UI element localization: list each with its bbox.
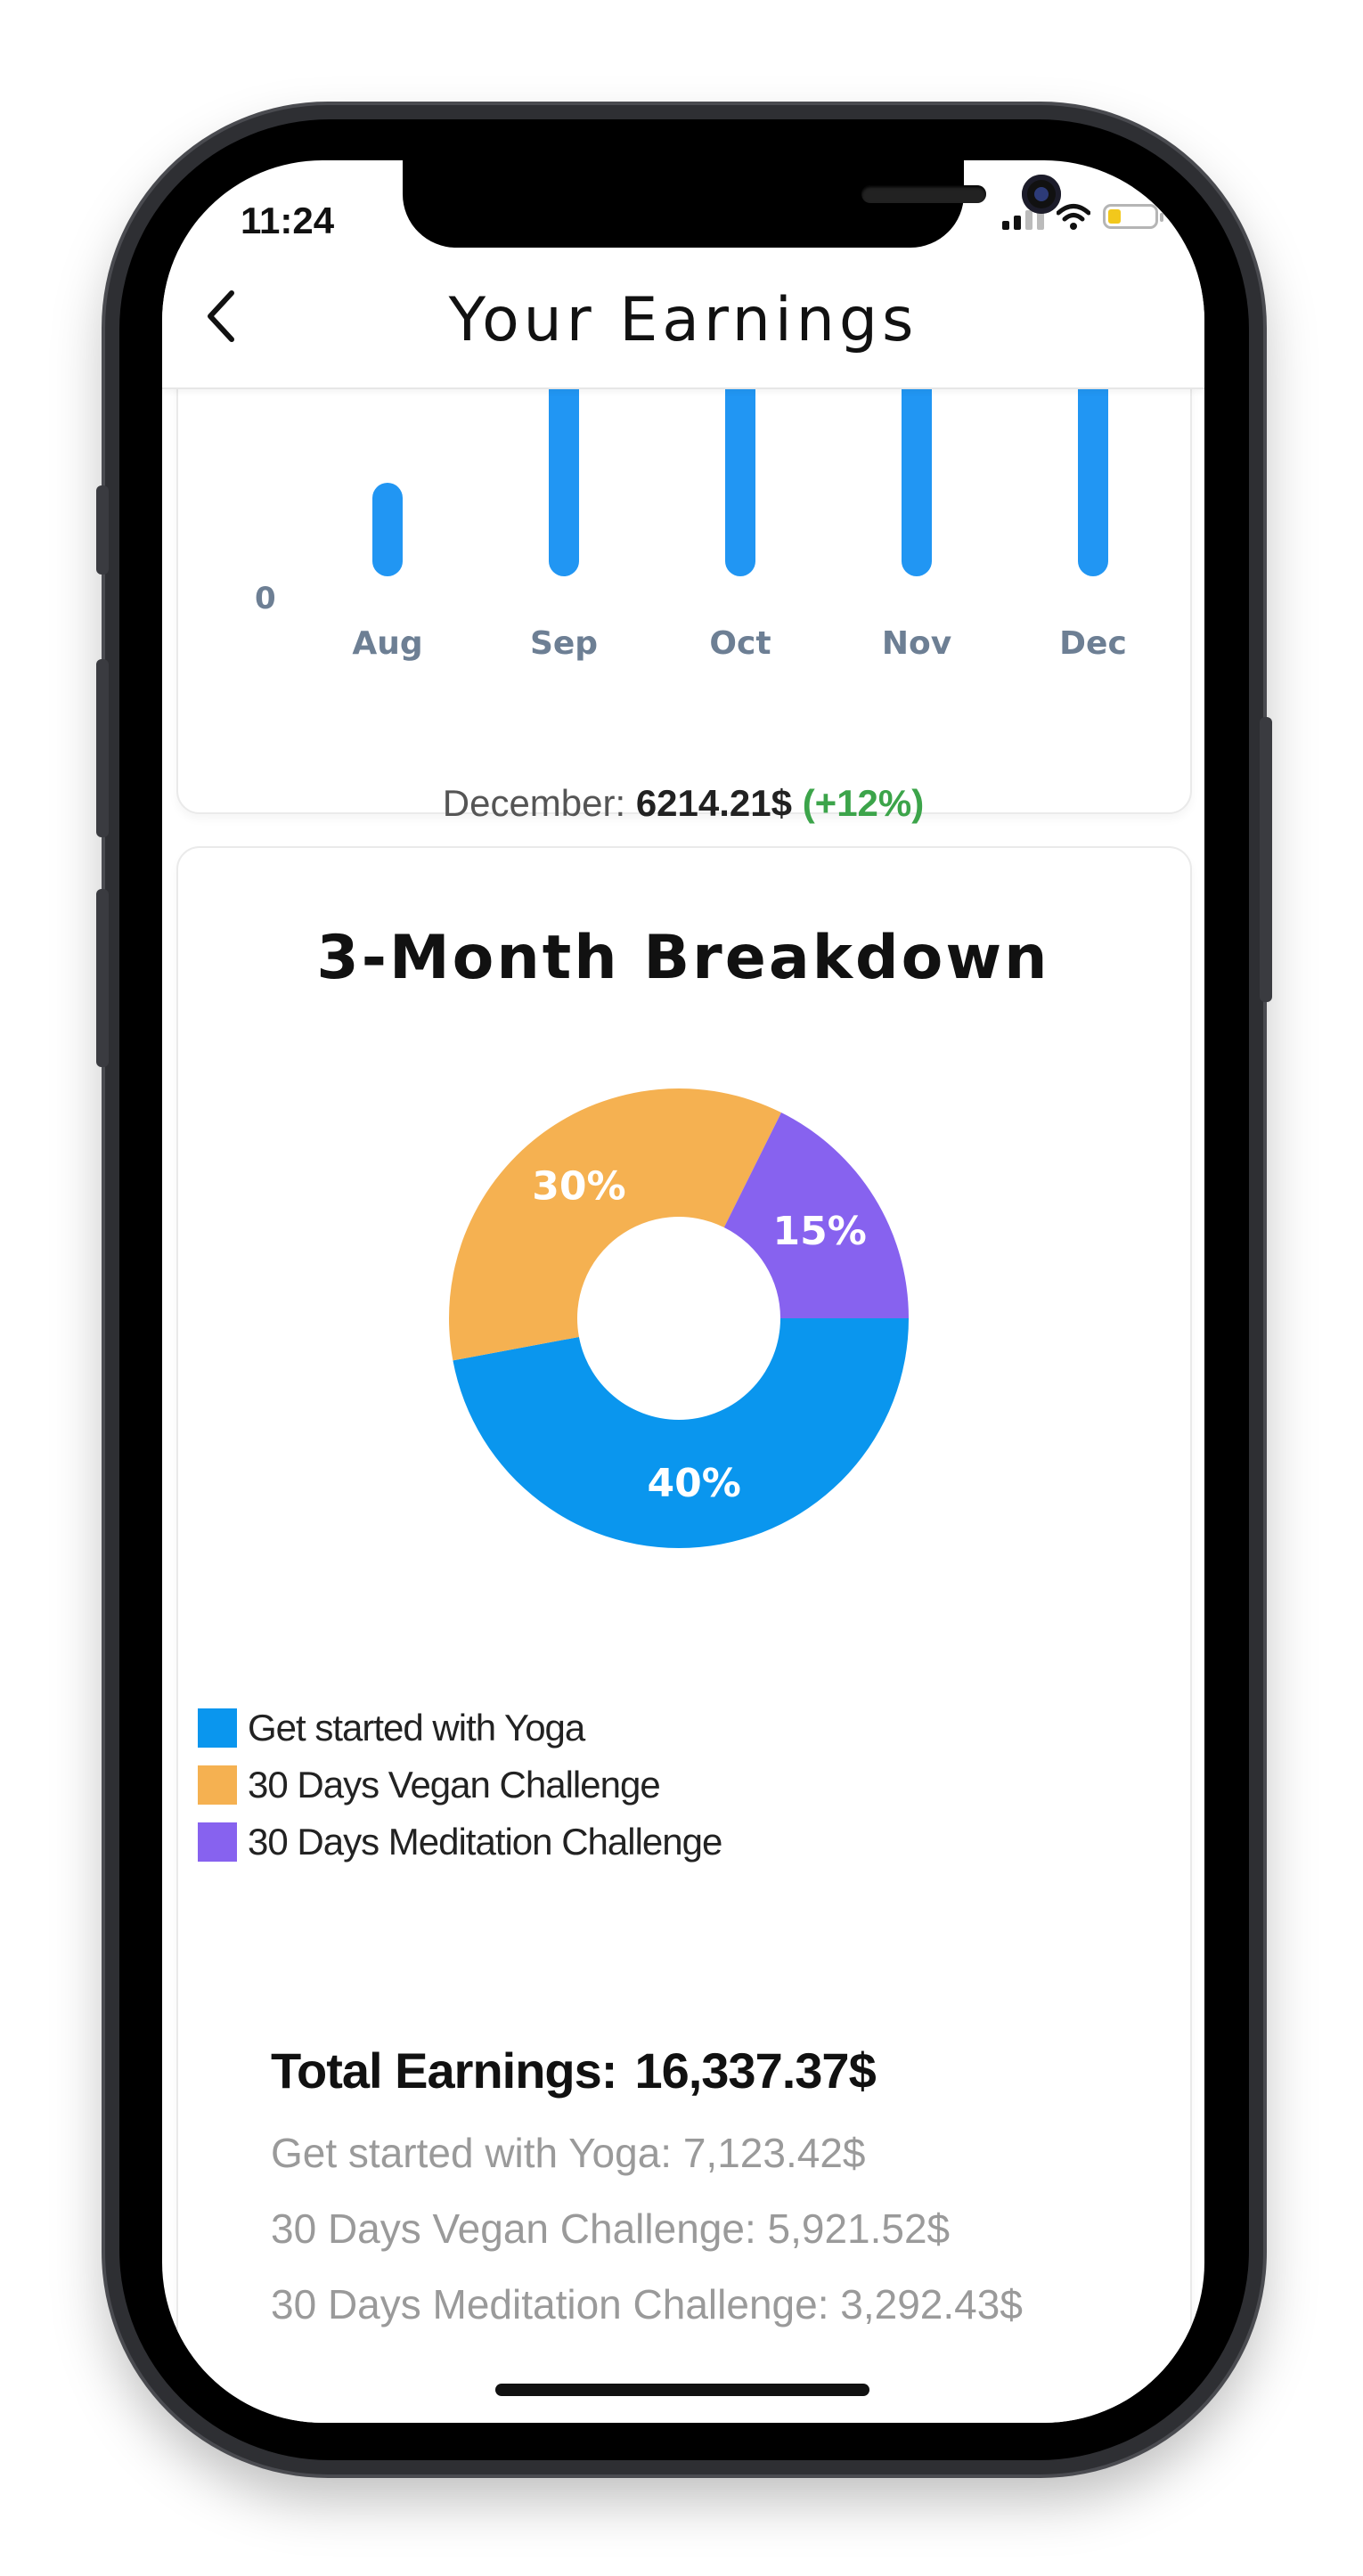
course-earnings-line: Get started with Yoga: 7,123.42$ — [271, 2130, 866, 2176]
bar-label-oct: Oct — [709, 625, 771, 662]
notch — [403, 160, 1061, 248]
legend-label: Get started with Yoga — [248, 1707, 585, 1749]
total-earnings: Total Earnings: 16,337.37$ — [271, 2042, 1023, 2099]
month-summary-change: (+12%) — [802, 782, 925, 824]
wifi-icon — [1057, 204, 1090, 230]
earnings-totals: Total Earnings: 16,337.37$ Get started wi… — [271, 2042, 1023, 2343]
legend-item: 30 Days Vegan Challenge — [198, 1757, 722, 1814]
screen: 11:24 0 Aug Sep Oct Nov Dec December: 6214.2… — [162, 160, 1204, 2423]
total-earnings-value: 16,337.37$ — [634, 2042, 876, 2099]
volume-up-button — [96, 659, 109, 837]
course-earnings-line: 30 Days Vegan Challenge: 5,921.52$ — [271, 2205, 951, 2252]
power-button — [1260, 717, 1272, 1002]
donut-slice — [453, 1318, 909, 1549]
month-summary-label: December: — [442, 782, 626, 824]
legend-item: Get started with Yoga — [198, 1700, 722, 1757]
donut-slice-label: 30% — [532, 1164, 625, 1210]
home-indicator[interactable] — [495, 2384, 869, 2396]
legend-swatch — [198, 1708, 237, 1748]
battery-icon — [1103, 204, 1163, 229]
legend-swatch — [198, 1822, 237, 1862]
bar-label-aug: Aug — [352, 625, 423, 662]
mute-switch — [96, 485, 109, 575]
status-icons — [1002, 203, 1163, 230]
speaker — [861, 185, 986, 203]
total-earnings-label: Total Earnings: — [271, 2042, 617, 2099]
legend-item: 30 Days Meditation Challenge — [198, 1814, 722, 1871]
header: Your Earnings — [162, 249, 1204, 389]
legend-label: 30 Days Meditation Challenge — [248, 1821, 722, 1863]
status-time: 11:24 — [241, 200, 335, 241]
breakdown-donut-chart: 40% 30% 15% — [449, 1088, 909, 1549]
page-title: Your Earnings — [448, 285, 918, 355]
bar-label-sep: Sep — [529, 625, 599, 662]
front-camera — [1022, 175, 1061, 214]
breakdown-legend: Get started with Yoga 30 Days Vegan Chal… — [198, 1700, 722, 1871]
bar-axis-zero-label: 0 — [255, 581, 276, 616]
course-earnings-line: 30 Days Meditation Challenge: 3,292.43$ — [271, 2281, 1023, 2327]
legend-label: 30 Days Vegan Challenge — [248, 1764, 661, 1806]
breakdown-title: 3-Month Breakdown — [316, 923, 1050, 993]
month-summary: December: 6214.21$ (+12%) — [162, 782, 1204, 825]
bar-aug — [372, 483, 403, 576]
donut-slice-label: 40% — [647, 1461, 740, 1506]
legend-swatch — [198, 1765, 237, 1805]
volume-down-button — [96, 889, 109, 1067]
donut-slice-label: 15% — [772, 1209, 866, 1254]
bar-label-dec: Dec — [1059, 625, 1127, 662]
bar-label-nov: Nov — [881, 625, 952, 662]
month-summary-amount: 6214.21$ — [635, 782, 793, 824]
